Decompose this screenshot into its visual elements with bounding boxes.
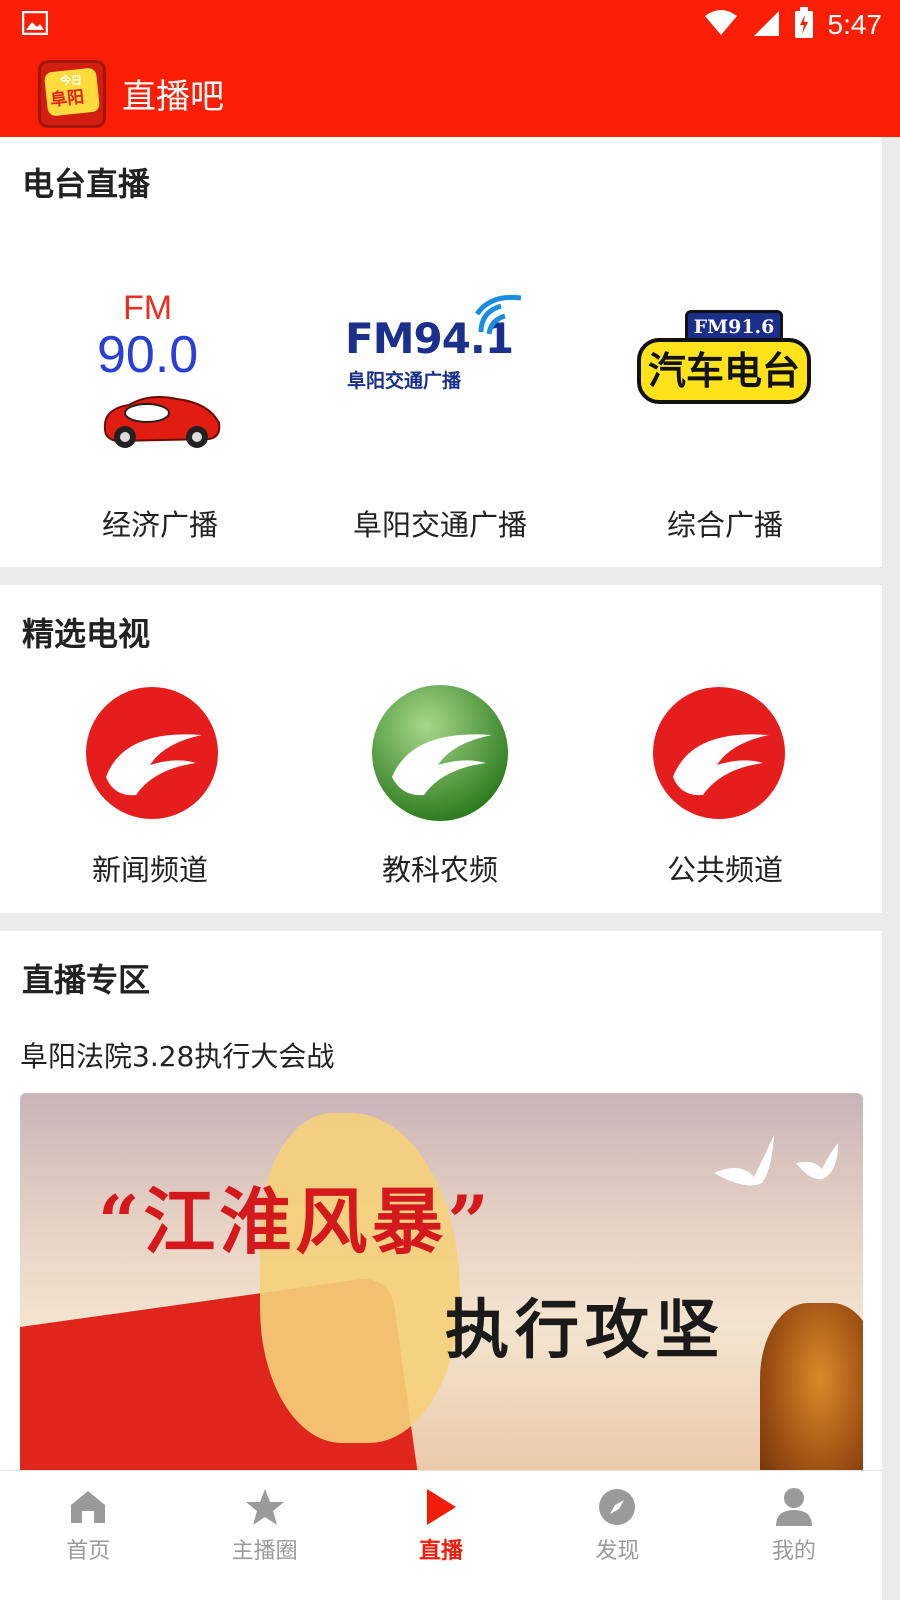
fm900-logo-fm: FM [123, 289, 173, 327]
fm900-logo: FM 90.0 [95, 287, 225, 448]
status-bar: 5:47 [0, 0, 900, 50]
radio-item-label: 综合广播 [666, 508, 783, 542]
live-section: 直播专区 阜阳法院3.28执行大会战 “江淮风暴” 执行攻坚 [0, 931, 882, 1471]
tv-item-label: 新闻频道 [91, 853, 208, 887]
radio-item-label: 阜阳交通广播 [352, 508, 527, 542]
nav-label: 我的 [771, 1539, 816, 1564]
radio-section: 电台直播 FM 90.0 经济广播 FM94.1 阜阳交通广播 阜阳交通广播 F… [0, 137, 882, 567]
battery-charging-icon [794, 7, 814, 43]
radio-item-economy[interactable]: FM 90.0 经济广播 [20, 137, 300, 567]
status-time: 5:47 [827, 9, 883, 40]
radio-item-traffic[interactable]: FM94.1 阜阳交通广播 阜阳交通广播 [300, 137, 580, 567]
app-bar: 今日 阜阳 直播吧 [0, 50, 900, 137]
fm916-logo: FM91.6 汽车电台 [635, 302, 815, 412]
broadcast-waves-icon [475, 294, 522, 335]
fm916-logo-name: 汽车电台 [637, 338, 811, 404]
play-icon [421, 1487, 461, 1527]
wifi-icon [704, 10, 738, 40]
nav-label: 发现 [595, 1539, 640, 1564]
tv-item-public[interactable]: 公共频道 [585, 585, 865, 913]
bottom-navigation: 首页 主播圈 直播 发现 我的 [0, 1470, 882, 1600]
nav-home[interactable]: 首页 [0, 1471, 176, 1600]
tv-item-label: 教科农频 [381, 853, 498, 887]
fm900-logo-number: 90.0 [97, 326, 199, 384]
top-bar: 5:47 今日 阜阳 直播吧 [0, 0, 900, 137]
tv-item-news[interactable]: 新闻频道 [10, 585, 290, 913]
user-icon [774, 1487, 814, 1527]
tv-item-label: 公共频道 [666, 853, 783, 887]
page-title: 直播吧 [122, 77, 224, 117]
nav-live[interactable]: 直播 [353, 1471, 529, 1600]
signal-icon [752, 9, 780, 41]
star-icon [245, 1487, 285, 1527]
gallery-notification-icon [21, 10, 49, 39]
logo-line2: 阜阳 [49, 86, 86, 111]
banner-lion-shape [760, 1303, 863, 1471]
fm941-logo-sub: 阜阳交通广播 [347, 370, 462, 392]
radio-item-label: 经济广播 [101, 508, 218, 542]
tv-item-education[interactable]: 教科农频 [300, 585, 580, 913]
public-channel-logo-icon [651, 685, 787, 821]
compass-icon [597, 1487, 637, 1527]
home-icon [68, 1487, 108, 1527]
nav-mine[interactable]: 我的 [706, 1471, 882, 1600]
nav-label: 直播 [419, 1539, 464, 1564]
banner-main-text: “江淮风暴” [98, 1179, 493, 1264]
radio-item-general[interactable]: FM91.6 汽车电台 综合广播 [585, 137, 865, 567]
car-icon [103, 396, 221, 448]
nav-label: 首页 [66, 1539, 111, 1564]
live-event-banner[interactable]: “江淮风暴” 执行攻坚 [20, 1093, 863, 1471]
nav-label: 主播圈 [231, 1539, 298, 1564]
dove-icon [714, 1135, 838, 1186]
nav-anchor-circle[interactable]: 主播圈 [176, 1471, 352, 1600]
nav-discover[interactable]: 发现 [529, 1471, 705, 1600]
live-event-title[interactable]: 阜阳法院3.28执行大会战 [20, 1035, 334, 1075]
fm941-logo: FM94.1 阜阳交通广播 [345, 292, 535, 402]
app-logo[interactable]: 今日 阜阳 [38, 59, 106, 128]
banner-sub-text: 执行攻坚 [445, 1293, 725, 1368]
news-channel-logo-icon [84, 685, 220, 821]
tv-section: 精选电视 新闻频道 教科农频 公共频道 [0, 585, 882, 913]
live-section-title: 直播专区 [22, 961, 151, 999]
education-channel-logo-icon [370, 683, 510, 823]
